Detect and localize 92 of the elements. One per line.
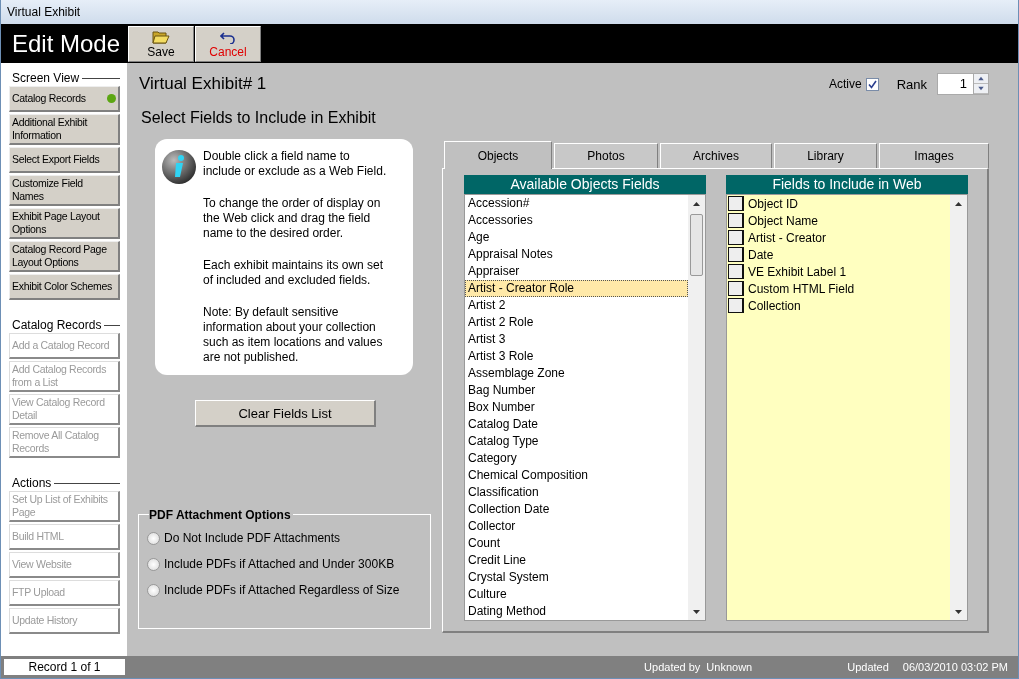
sidebar-item[interactable]: Select Export Fields <box>9 147 120 173</box>
sidebar-item[interactable]: Exhibit Page Layout Options <box>9 208 120 239</box>
save-button[interactable]: Save <box>128 26 194 62</box>
rank-spinner[interactable]: 1 <box>937 73 989 95</box>
scroll-up-icon[interactable] <box>955 201 962 206</box>
list-item[interactable]: Crystal System <box>465 569 688 586</box>
status-label: Updated by <box>644 661 701 673</box>
radio-button[interactable] <box>147 557 160 571</box>
active-label: Active <box>828 77 862 91</box>
list-item[interactable]: Artist - Creator Role <box>465 280 688 297</box>
list-item[interactable]: Bag Number <box>465 382 688 399</box>
list-item[interactable]: Dating Method <box>465 603 688 620</box>
option-label[interactable]: Do Not Include PDF Attachments <box>164 531 341 545</box>
list-item[interactable]: Artist 3 <box>465 331 688 348</box>
row-handle[interactable] <box>728 230 744 245</box>
undo-icon <box>220 29 236 44</box>
section-header: Screen View <box>12 71 80 85</box>
list-item[interactable]: Artist 2 <box>465 297 688 314</box>
tab[interactable]: Archives <box>660 143 772 168</box>
list-item[interactable]: Appraisal Notes <box>465 246 688 263</box>
tab[interactable]: Objects <box>444 141 552 169</box>
list-item[interactable]: Age <box>465 229 688 246</box>
sidebar-item[interactable]: Catalog Record Page Layout Options <box>9 241 120 272</box>
window-title: Virtual Exhibit <box>7 5 81 19</box>
list-item[interactable]: Count <box>465 535 688 552</box>
list-item[interactable]: Custom HTML Field <box>748 281 855 296</box>
list-item[interactable]: Assemblage Zone <box>465 365 688 382</box>
tab[interactable]: Library <box>774 143 877 168</box>
list-header: Fields to Include in Web <box>726 175 968 194</box>
status-label: Updated <box>847 661 889 673</box>
list-item[interactable]: Category <box>465 450 688 467</box>
scroll-down-icon[interactable] <box>693 609 700 614</box>
list-item[interactable]: Collection Date <box>465 501 688 518</box>
list-item[interactable]: Culture <box>465 586 688 603</box>
list-item[interactable]: Credit Line <box>465 552 688 569</box>
scrollbar[interactable] <box>688 195 705 620</box>
section-heading: Select Fields to Include in Exhibit <box>141 109 376 126</box>
list-item[interactable]: Object Name <box>748 213 819 228</box>
scroll-up-icon[interactable] <box>693 201 700 206</box>
list-item[interactable]: Object ID <box>748 196 798 211</box>
sidebar-item[interactable]: Customize Field Names <box>9 175 120 206</box>
list-item[interactable]: Catalog Type <box>465 433 688 450</box>
folder-icon <box>152 29 170 44</box>
row-handle[interactable] <box>728 298 744 313</box>
row-handle[interactable] <box>728 264 744 279</box>
record-title: Virtual Exhibit# 1 <box>139 74 267 93</box>
list-item[interactable]: Artist 3 Role <box>465 348 688 365</box>
row-handle[interactable] <box>728 281 744 296</box>
list-item[interactable]: Classification <box>465 484 688 501</box>
list-item[interactable]: Artist - Creator <box>748 230 826 245</box>
list-item[interactable]: Artist 2 Role <box>465 314 688 331</box>
sidebar-item[interactable]: Catalog Records <box>9 86 120 112</box>
tab[interactable]: Photos <box>554 143 658 168</box>
list-item[interactable]: Accessories <box>465 212 688 229</box>
list-header: Available Objects Fields <box>464 175 706 194</box>
active-checkbox[interactable] <box>865 77 879 91</box>
radio-button[interactable] <box>147 583 160 597</box>
mode-title: Edit Mode <box>12 29 121 58</box>
info-text: To change the order of display on the Web click and drag the field name to the desired order. <box>203 196 382 241</box>
info-text: Note: By default sensitive information about your collection such as item locations and values are not published. <box>203 305 384 365</box>
list-item[interactable]: VE Exhibit Label 1 <box>748 264 847 279</box>
group-title: PDF Attachment Options <box>149 508 293 522</box>
list-item[interactable]: Catalog Date <box>465 416 688 433</box>
list-item[interactable]: Box Number <box>465 399 688 416</box>
info-text: Each exhibit maintains its own set of included and excluded fields. <box>203 258 385 288</box>
info-text: Double click a field name to include or exclude as a Web Field. <box>203 149 388 179</box>
list-item[interactable]: Appraiser <box>465 263 688 280</box>
option-label[interactable]: Include PDFs if Attached Regardless of Size <box>164 583 400 597</box>
scroll-thumb[interactable] <box>690 214 703 276</box>
section-header: Catalog Records <box>12 318 102 332</box>
record-counter: Record 1 of 1 <box>4 659 125 675</box>
row-handle[interactable] <box>728 213 744 228</box>
section-header: Actions <box>12 476 52 490</box>
scrollbar[interactable] <box>950 195 967 620</box>
list-item[interactable]: Accession# <box>465 195 688 212</box>
status-value: Unknown <box>706 661 753 673</box>
status-value: 06/03/2010 03:02 PM <box>902 661 1008 673</box>
radio-button[interactable] <box>147 531 160 545</box>
scroll-down-icon[interactable] <box>955 609 962 614</box>
list-item[interactable]: Collection <box>748 298 801 313</box>
info-icon <box>161 149 197 185</box>
rank-label: Rank <box>896 76 927 92</box>
tab[interactable]: Images <box>879 143 989 168</box>
list-item[interactable]: Date <box>748 247 774 262</box>
row-handle[interactable] <box>728 247 744 262</box>
list-item[interactable]: Collector <box>465 518 688 535</box>
sidebar-item[interactable]: Exhibit Color Schemes <box>9 274 120 300</box>
clear-fields-button[interactable]: Clear Fields List <box>195 400 376 427</box>
row-handle[interactable] <box>728 196 744 211</box>
option-label[interactable]: Include PDFs if Attached and Under 300KB <box>164 557 395 571</box>
list-item[interactable]: Chemical Composition <box>465 467 688 484</box>
sidebar-item[interactable]: Additional Exhibit Information <box>9 114 120 145</box>
